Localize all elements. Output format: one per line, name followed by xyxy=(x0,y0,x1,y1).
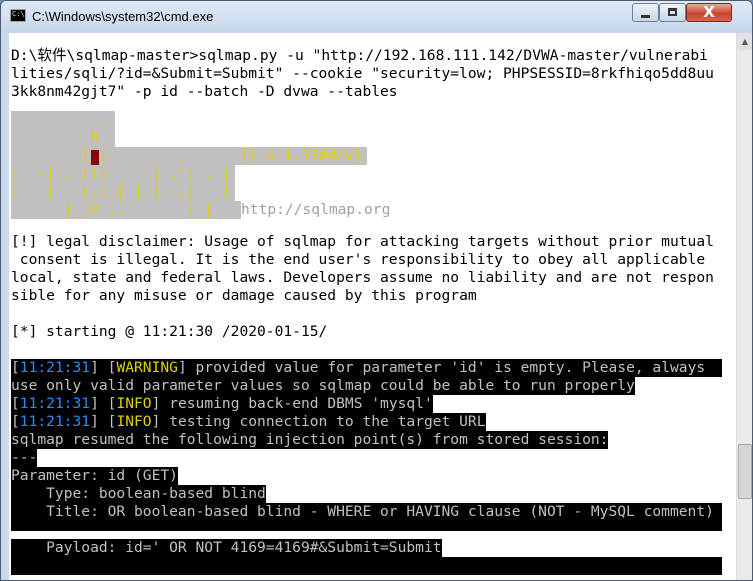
close-button[interactable]: X xyxy=(686,3,732,22)
log-line-warning-cont: use only valid parameter values so sqlma… xyxy=(11,377,635,395)
type-line: Type: boolean-based blind xyxy=(11,485,266,503)
command-line-1: D:\软件\sqlmap-master>sqlmap.py -u "http:/… xyxy=(11,47,708,64)
log-line-info-1: [11:21:31] [INFO] resuming back-end DBMS… xyxy=(11,395,433,413)
window-title: C:\Windows\system32\cmd.exe xyxy=(32,9,214,24)
minimize-button[interactable] xyxy=(632,3,659,22)
minimize-icon xyxy=(641,15,650,18)
vertical-scrollbar[interactable]: ▲ xyxy=(736,33,752,580)
title-bar[interactable]: C:\ C:\Windows\system32\cmd.exe X xyxy=(1,1,752,33)
disclaimer-line-3: local, state and federal laws. Developer… xyxy=(11,269,714,286)
maximize-button[interactable] xyxy=(659,3,686,22)
console-output[interactable]: D:\软件\sqlmap-master>sqlmap.py -u "http:/… xyxy=(9,33,736,580)
scroll-up-arrow-icon[interactable]: ▲ xyxy=(737,33,752,50)
title-line: Title: OR boolean-based blind - WHERE or… xyxy=(11,503,722,521)
cmd-app-icon[interactable]: C:\ xyxy=(10,9,26,22)
payload-line: Payload: id=' OR NOT 4169=4169#&Submit=S… xyxy=(11,539,442,557)
banner-red-block xyxy=(91,147,99,166)
cmd-window: C:\ C:\Windows\system32\cmd.exe X D:\软件\… xyxy=(0,0,753,581)
blank-line-2 xyxy=(11,557,722,575)
banner-art-line-3: ___ ___["]_____ ___ ___ {1.4.1.17#dev} xyxy=(11,147,367,165)
banner-art-line-2: __H__ xyxy=(11,129,117,147)
banner-art-line-1: ___ xyxy=(11,111,115,129)
disclaimer-line-1: [!] legal disclaimer: Usage of sqlmap fo… xyxy=(11,233,714,250)
banner-art-line-4: |_ -| . [(] | .'| . | xyxy=(11,165,235,183)
banner-art-line-6: |_|V... |_| http://sqlmap.org xyxy=(11,201,391,219)
starting-line: [*] starting @ 11:21:30 /2020-01-15/ xyxy=(11,323,328,340)
command-line-2: lities/sqli/?id=&Submit=Submit" --cookie… xyxy=(11,65,714,82)
sqlmap-url: http://sqlmap.org xyxy=(241,201,391,218)
command-line-3: 3kk8nm42gjt7" -p id --batch -D dvwa --ta… xyxy=(11,83,398,100)
disclaimer-line-4: sible for any misuse or damage caused by… xyxy=(11,287,477,304)
close-icon: X xyxy=(703,3,715,21)
log-line-warning: [11:21:31] [WARNING] provided value for … xyxy=(11,359,722,377)
sqlmap-version: {1.4.1.17#dev} xyxy=(239,147,363,164)
log-line-info-2: [11:21:31] [INFO] testing connection to … xyxy=(11,413,486,431)
scrollbar-thumb[interactable] xyxy=(738,444,752,499)
disclaimer-line-2: consent is illegal. It is the end user's… xyxy=(11,251,706,268)
parameter-line: Parameter: id (GET) xyxy=(11,467,178,485)
maximize-icon xyxy=(668,8,677,16)
separator-line: --- xyxy=(11,449,38,467)
blank-line xyxy=(11,521,722,531)
banner-art-line-5: |___|_ [.]_|_|_|__,| _| xyxy=(11,183,235,201)
resumed-line: sqlmap resumed the following injection p… xyxy=(11,431,609,449)
